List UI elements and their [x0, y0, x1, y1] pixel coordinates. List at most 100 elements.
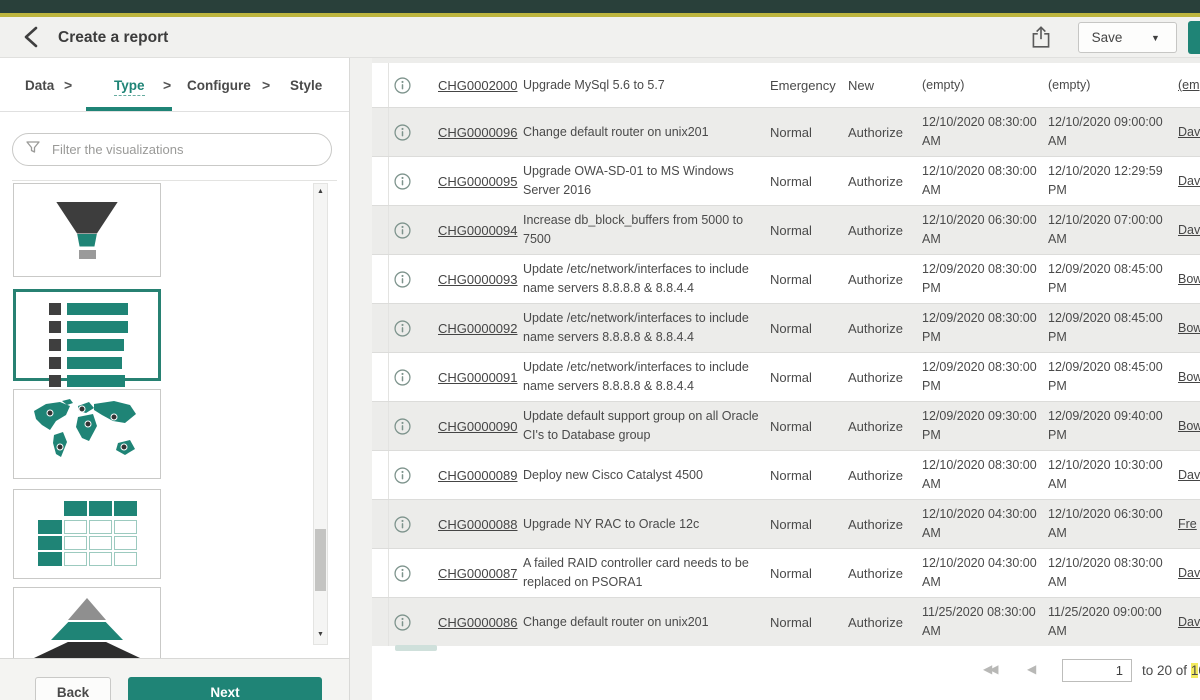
assigned-to-link[interactable]: Bow [1178, 255, 1200, 303]
divider [12, 180, 337, 181]
start-date-cell: 12/10/2020 08:30:00 AM [922, 108, 1044, 156]
priority-cell: Normal [770, 353, 842, 401]
info-icon [394, 418, 411, 435]
next-step-button[interactable]: Next [128, 677, 322, 700]
assigned-to-link[interactable]: Dav [1178, 451, 1200, 499]
record-info-button[interactable] [394, 108, 414, 156]
primary-action-button-partial[interactable] [1188, 21, 1200, 54]
record-number-link[interactable]: CHG0000095 [438, 157, 522, 205]
record-number-link[interactable]: CHG0000092 [438, 304, 522, 352]
pyramid-chart-thumbnail[interactable] [13, 587, 161, 658]
priority-cell: Normal [770, 451, 842, 499]
pyramid-icon [68, 598, 106, 620]
end-date-cell: 12/09/2020 08:45:00 PM [1048, 353, 1170, 401]
priority-cell: Normal [770, 304, 842, 352]
assigned-to-link[interactable]: Fre [1178, 500, 1200, 548]
save-button[interactable]: Save [1078, 22, 1136, 53]
record-number-link[interactable]: CHG0000093 [438, 255, 522, 303]
share-button[interactable] [1028, 23, 1054, 53]
record-number-link[interactable]: CHG0000086 [438, 598, 522, 646]
short-description-cell: A failed RAID controller card needs to b… [523, 549, 761, 597]
assigned-to-link[interactable]: Bow [1178, 402, 1200, 450]
table-row: CHG0000090 Update default support group … [372, 401, 1200, 450]
start-date-cell: 12/10/2020 08:30:00 AM [922, 451, 1044, 499]
priority-cell: Normal [770, 549, 842, 597]
info-icon [394, 565, 411, 582]
state-cell: Authorize [848, 255, 916, 303]
step-style[interactable]: Style [290, 78, 322, 93]
priority-cell: Normal [770, 500, 842, 548]
record-info-button[interactable] [394, 206, 414, 254]
record-info-button[interactable] [394, 353, 414, 401]
assigned-to-link[interactable]: Bow [1178, 353, 1200, 401]
world-map-icon [26, 397, 148, 472]
record-number-link[interactable]: CHG0002000 [438, 63, 522, 107]
priority-cell: Normal [770, 402, 842, 450]
back-step-button[interactable]: Back [35, 677, 111, 700]
assigned-to-link[interactable]: Dav [1178, 549, 1200, 597]
heatmap-icon [34, 501, 140, 567]
start-date-cell: 12/09/2020 08:30:00 PM [922, 255, 1044, 303]
start-date-cell: 12/09/2020 08:30:00 PM [922, 353, 1044, 401]
scroll-down-icon[interactable]: ▼ [314, 631, 327, 638]
start-date-cell: 11/25/2020 08:30:00 AM [922, 598, 1044, 646]
list-icon [49, 303, 158, 315]
visualization-list-scrollbar[interactable]: ▲ ▼ [313, 183, 328, 645]
assigned-to-link[interactable]: Bow [1178, 304, 1200, 352]
assigned-to-link[interactable]: Dav [1178, 598, 1200, 646]
record-number-link[interactable]: CHG0000088 [438, 500, 522, 548]
end-date-cell: 11/25/2020 09:00:00 AM [1048, 598, 1170, 646]
previous-page-icon[interactable]: ◀ [1027, 662, 1036, 676]
record-info-button[interactable] [394, 598, 414, 646]
assigned-to-link[interactable]: (em [1178, 63, 1200, 107]
first-page-icon[interactable]: ◀◀ [983, 662, 995, 676]
assigned-to-link[interactable]: Dav [1178, 157, 1200, 205]
record-info-button[interactable] [394, 255, 414, 303]
step-configure[interactable]: Configure [187, 78, 251, 93]
state-cell: New [848, 63, 916, 107]
info-icon [394, 614, 411, 631]
page-title: Create a report [58, 17, 168, 58]
record-number-link[interactable]: CHG0000094 [438, 206, 522, 254]
assigned-to-link[interactable]: Dav [1178, 108, 1200, 156]
page-number-input[interactable] [1062, 659, 1132, 682]
scroll-up-icon[interactable]: ▲ [314, 188, 327, 195]
record-info-button[interactable] [394, 451, 414, 499]
save-dropdown-button[interactable]: ▼ [1135, 22, 1177, 53]
record-info-button[interactable] [394, 402, 414, 450]
record-info-button[interactable] [394, 304, 414, 352]
short-description-cell: Update /etc/network/interfaces to includ… [523, 353, 761, 401]
state-cell: Authorize [848, 402, 916, 450]
priority-cell: Normal [770, 206, 842, 254]
priority-cell: Normal [770, 598, 842, 646]
active-step-indicator [86, 107, 172, 111]
back-chevron-icon [21, 38, 43, 53]
record-number-link[interactable]: CHG0000090 [438, 402, 522, 450]
record-info-button[interactable] [394, 549, 414, 597]
start-date-cell: 12/09/2020 09:30:00 PM [922, 402, 1044, 450]
assigned-to-link[interactable]: Dav [1178, 206, 1200, 254]
record-number-link[interactable]: CHG0000089 [438, 451, 522, 499]
world-map-thumbnail[interactable] [13, 389, 161, 479]
horizontal-scrollbar-thumb[interactable] [395, 645, 437, 651]
end-date-cell: 12/10/2020 09:00:00 AM [1048, 108, 1170, 156]
filter-visualizations-input[interactable] [50, 141, 319, 158]
record-number-link[interactable]: CHG0000091 [438, 353, 522, 401]
step-type[interactable]: Type [114, 78, 145, 96]
record-info-button[interactable] [394, 157, 414, 205]
record-info-button[interactable] [394, 63, 414, 107]
list-thumbnail-selected[interactable] [13, 289, 161, 381]
record-info-button[interactable] [394, 500, 414, 548]
info-icon [394, 222, 411, 239]
back-button[interactable] [18, 24, 46, 52]
record-number-link[interactable]: CHG0000096 [438, 108, 522, 156]
record-number-link[interactable]: CHG0000087 [438, 549, 522, 597]
funnel-icon [56, 202, 118, 234]
funnel-chart-thumbnail[interactable] [13, 183, 161, 277]
table-row: CHG0000088 Upgrade NY RAC to Oracle 12c … [372, 499, 1200, 548]
scrollbar-thumb[interactable] [315, 529, 326, 591]
heatmap-thumbnail[interactable] [13, 489, 161, 579]
start-date-cell: 12/09/2020 08:30:00 PM [922, 304, 1044, 352]
info-icon [394, 77, 411, 94]
step-data[interactable]: Data [25, 78, 54, 93]
